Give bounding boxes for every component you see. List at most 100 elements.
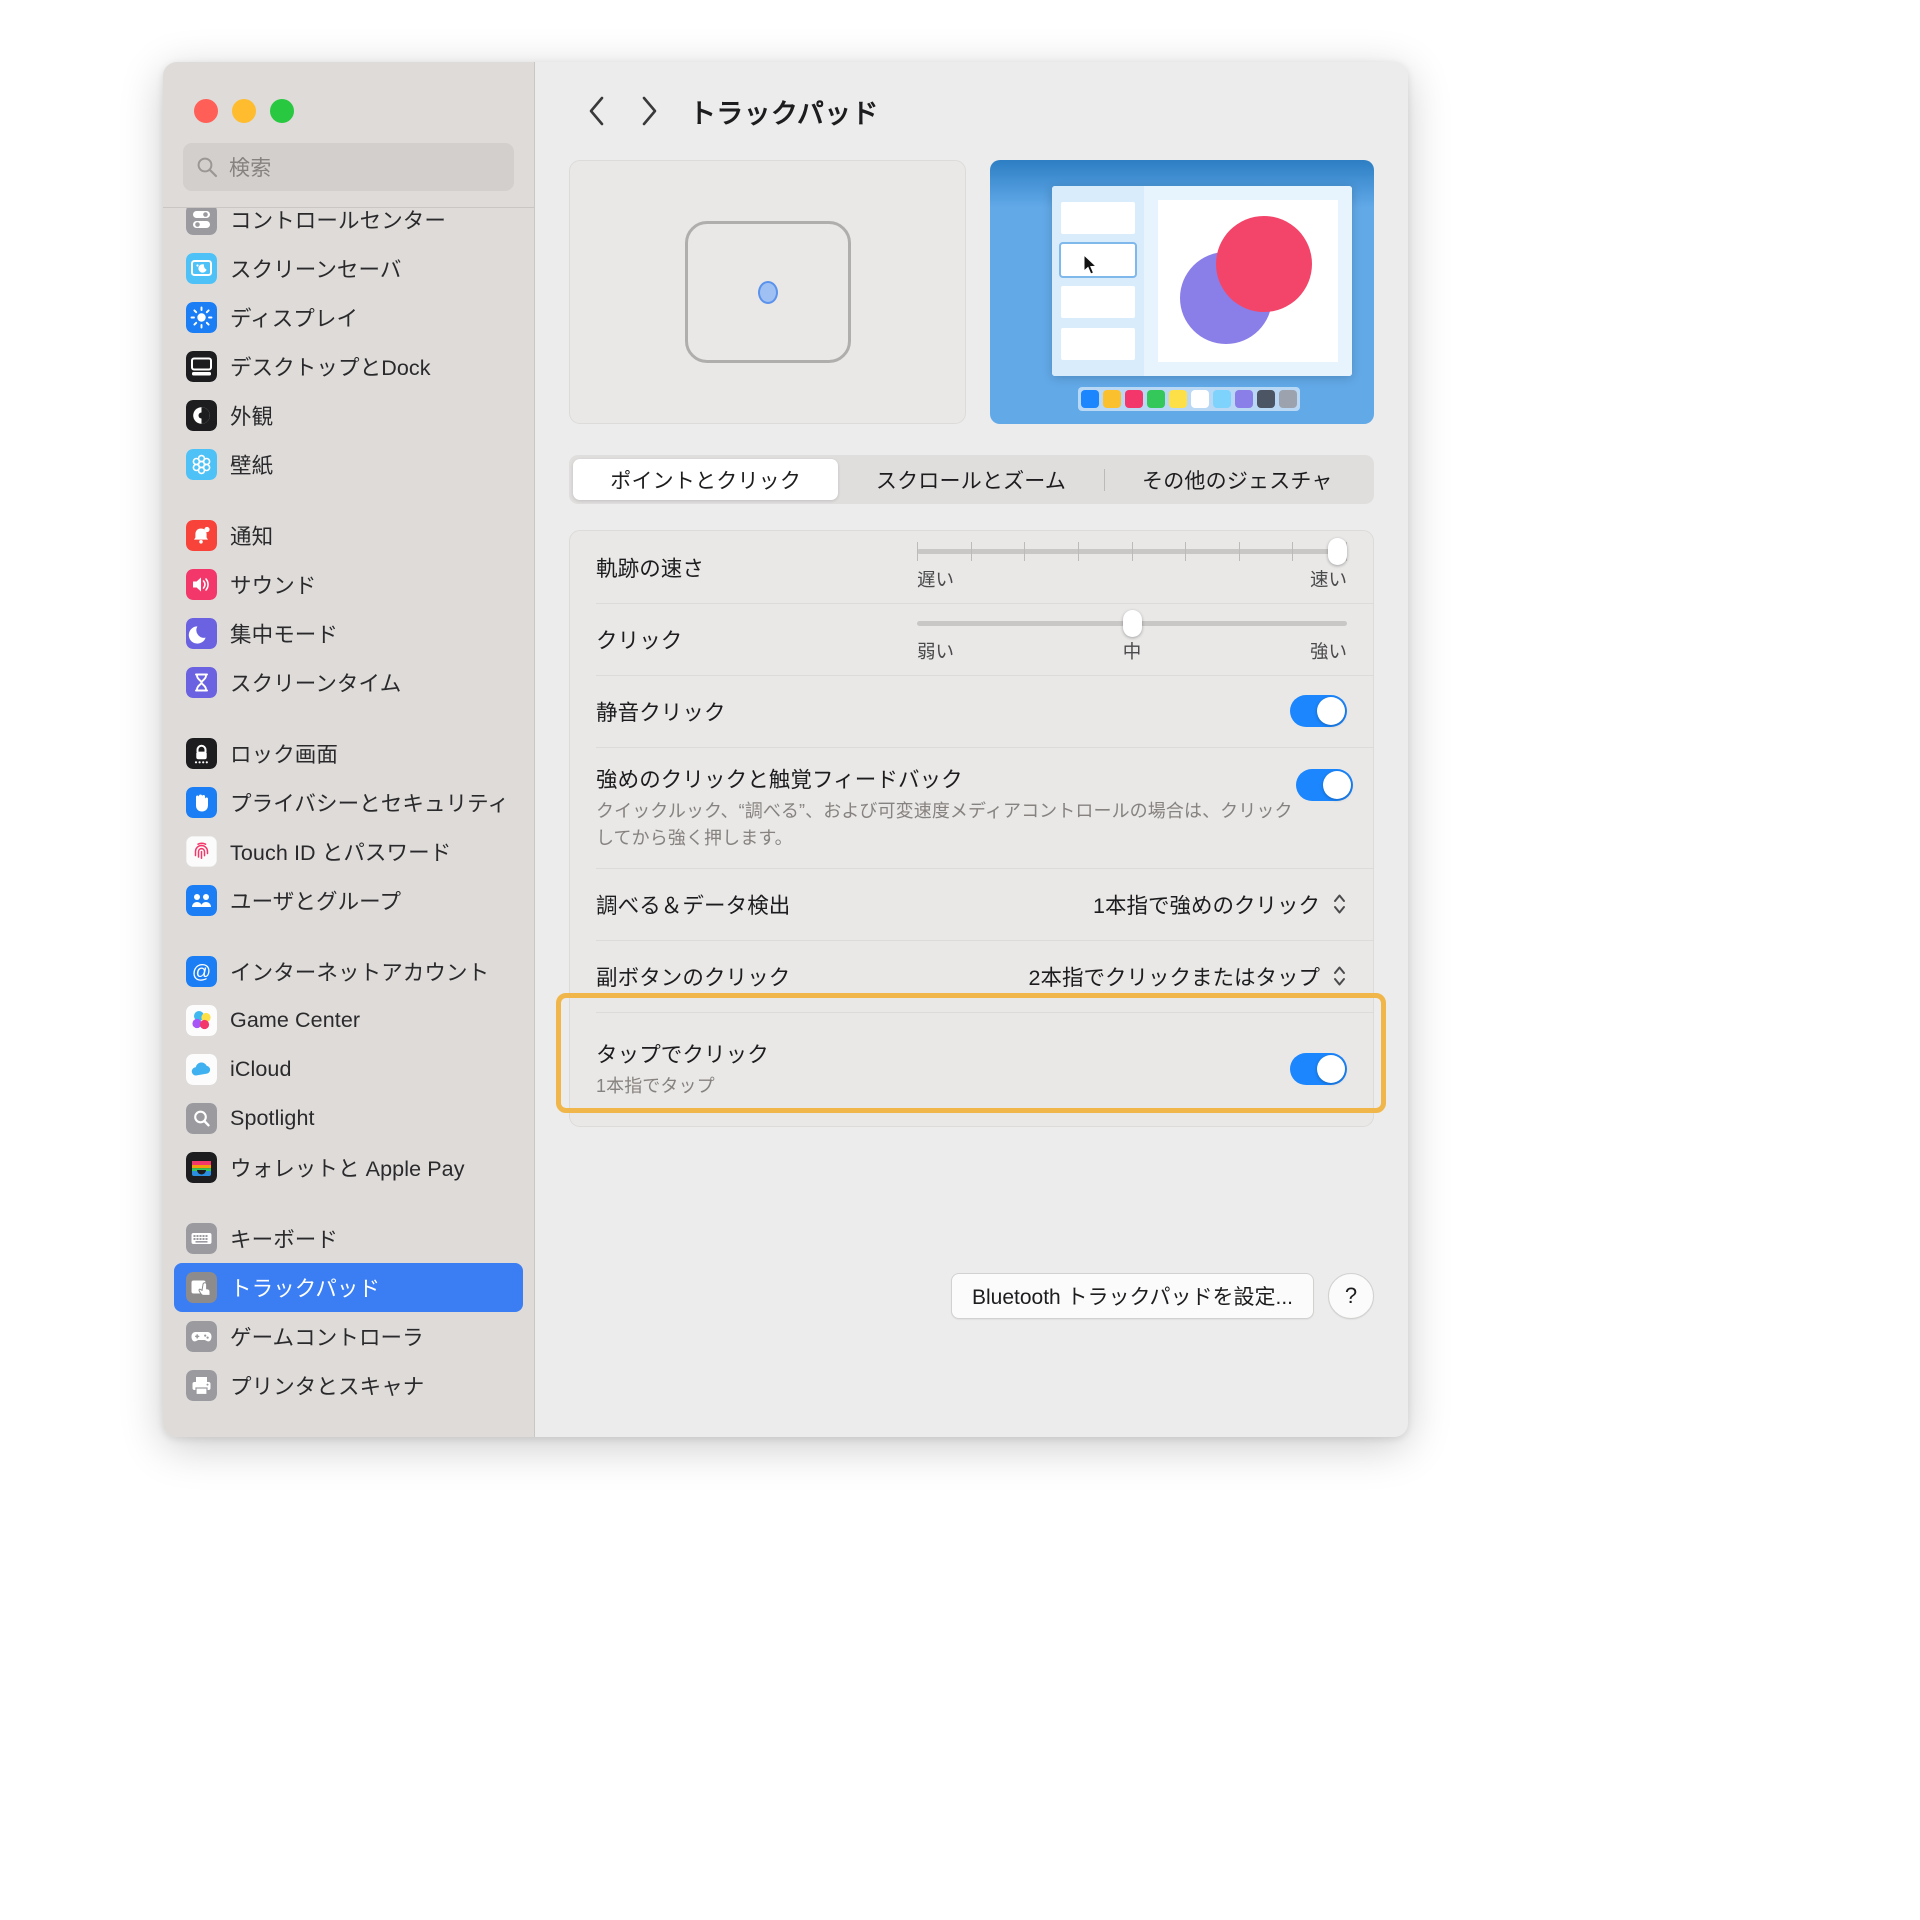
sidebar-item-label: Spotlight <box>230 1106 315 1130</box>
sidebar-item-privacy-security[interactable]: プライバシーとセキュリティ <box>174 778 523 827</box>
desktop-dock-icon <box>186 351 217 382</box>
spotlight-icon <box>186 1103 217 1134</box>
sidebar-item-label: 集中モード <box>230 623 339 647</box>
trackpad-icon <box>186 1272 217 1303</box>
svg-text:@: @ <box>192 962 211 983</box>
tracking-speed-label: 軌跡の速さ <box>596 556 705 581</box>
tracking-speed-max-label: 速い <box>1309 568 1347 590</box>
sidebar-item-internet-accounts[interactable]: @ インターネットアカウント <box>174 947 523 996</box>
sidebar-item-game-center[interactable]: Game Center <box>174 996 523 1045</box>
sidebar-item-label: iCloud <box>230 1057 292 1081</box>
detail-body: ポイントとクリック スクロールとズーム その他のジェスチャ 軌跡の速さ 遅い 速… <box>535 160 1408 1319</box>
sidebar-item-icloud[interactable]: iCloud <box>174 1045 523 1094</box>
search-container: 検索 <box>163 138 534 207</box>
zoom-button[interactable] <box>270 99 294 123</box>
sidebar-item-label: プライバシーとセキュリティ <box>230 792 510 816</box>
sidebar-item-desktop-dock[interactable]: デスクトップとDock <box>174 342 523 391</box>
chevron-updown-icon[interactable] <box>1332 963 1347 989</box>
sidebar-item-spotlight[interactable]: Spotlight <box>174 1094 523 1143</box>
tab-bar: ポイントとクリック スクロールとズーム その他のジェスチャ <box>569 455 1374 504</box>
silent-click-toggle[interactable] <box>1290 695 1347 727</box>
tracking-speed-slider[interactable]: 遅い 速い <box>917 537 1347 592</box>
sidebar-item-wallet-applepay[interactable]: ウォレットと Apple Pay <box>174 1143 523 1192</box>
slider-ticks <box>917 541 1347 561</box>
sidebar-item-users-groups[interactable]: ユーザとグループ <box>174 876 523 925</box>
swatch-white <box>1191 390 1209 408</box>
sidebar-item-wallpaper[interactable]: 壁紙 <box>174 440 523 489</box>
tab-scroll-and-zoom[interactable]: スクロールとズーム <box>838 459 1103 500</box>
forward-button[interactable] <box>623 85 675 137</box>
slider-knob[interactable] <box>1122 609 1142 637</box>
row-tap-to-click: タップでクリック 1本指でタップ <box>570 1012 1373 1126</box>
sidebar-item-control-center[interactable]: コントロールセンター <box>174 207 523 244</box>
keyboard-icon <box>186 1223 217 1254</box>
printer-scanner-icon <box>186 1370 217 1401</box>
sidebar-item-label: スクリーンセーバ <box>230 258 402 282</box>
sidebar-item-lock-screen[interactable]: ロック画面 <box>174 729 523 778</box>
slider-knob[interactable] <box>1328 537 1347 565</box>
force-click-toggle[interactable] <box>1296 769 1353 801</box>
demo-color-swatches <box>1078 387 1300 411</box>
gesture-demo-video[interactable] <box>990 160 1374 424</box>
click-slider[interactable]: 弱い 中 強い <box>917 609 1347 664</box>
screenshot-root: 検索 コントロールセンター スクリーンセーバ ディスプレイ デスクトップとDoc… <box>0 0 1920 1920</box>
page-title: トラックパッド <box>689 98 879 129</box>
back-button[interactable] <box>571 85 623 137</box>
chevron-updown-icon[interactable] <box>1332 891 1347 917</box>
sidebar-item-label: ディスプレイ <box>230 307 359 331</box>
search-field[interactable]: 検索 <box>183 143 514 191</box>
sidebar-item-screen-time[interactable]: スクリーンタイム <box>174 658 523 707</box>
slider-track <box>917 537 1347 565</box>
row-click: クリック 弱い 中 強い <box>570 603 1373 675</box>
sidebar-item-touch-id[interactable]: Touch ID とパスワード <box>174 827 523 876</box>
footer-buttons: Bluetooth トラックパッドを設定... ? <box>569 1273 1374 1319</box>
sidebar-item-sound[interactable]: サウンド <box>174 560 523 609</box>
demo-thumb <box>1061 328 1135 360</box>
close-button[interactable] <box>194 99 218 123</box>
swatch-cyan <box>1213 390 1231 408</box>
chevron-left-icon <box>589 96 604 126</box>
sidebar-item-notifications[interactable]: 通知 <box>174 511 523 560</box>
appearance-icon <box>186 400 217 431</box>
tracking-speed-min-label: 遅い <box>917 568 955 590</box>
tap-to-click-toggle[interactable] <box>1290 1053 1347 1085</box>
wallpaper-icon <box>186 449 217 480</box>
demo-app-canvas-area <box>1144 186 1352 376</box>
game-center-icon <box>186 1005 217 1036</box>
sidebar-item-display[interactable]: ディスプレイ <box>174 293 523 342</box>
chevron-right-icon <box>642 96 657 126</box>
minimize-button[interactable] <box>232 99 256 123</box>
lock-screen-icon <box>186 738 217 769</box>
row-secondary-click: 副ボタンのクリック 2本指でクリックまたはタップ <box>570 940 1373 1012</box>
sidebar-item-appearance[interactable]: 外観 <box>174 391 523 440</box>
setup-bluetooth-trackpad-button[interactable]: Bluetooth トラックパッドを設定... <box>950 1273 1314 1319</box>
secondary-click-value[interactable]: 2本指でクリックまたはタップ <box>1029 961 1320 992</box>
screen-time-icon <box>186 667 217 698</box>
sidebar-item-label: サウンド <box>230 574 317 598</box>
users-groups-icon <box>186 885 217 916</box>
swatch-purple <box>1235 390 1253 408</box>
row-lookup: 調べる＆データ検出 1本指で強めのクリック <box>570 868 1373 940</box>
preview-row <box>569 160 1374 424</box>
sidebar-item-label: 壁紙 <box>230 454 274 478</box>
sidebar-item-label: Touch ID とパスワード <box>230 841 452 865</box>
sidebar-list[interactable]: コントロールセンター スクリーンセーバ ディスプレイ デスクトップとDock 外… <box>163 207 534 1437</box>
lookup-value[interactable]: 1本指で強めのクリック <box>1093 889 1320 920</box>
sidebar-item-keyboard[interactable]: キーボード <box>174 1214 523 1263</box>
tab-point-and-click[interactable]: ポイントとクリック <box>573 459 839 500</box>
sidebar-item-trackpad[interactable]: トラックパッド <box>174 1263 523 1312</box>
sidebar-item-label: インターネットアカウント <box>230 961 490 985</box>
demo-app-window <box>1052 186 1352 376</box>
help-button[interactable]: ? <box>1328 1273 1374 1319</box>
internet-accounts-icon: @ <box>186 956 217 987</box>
row-force-click: 強めのクリックと触覚フィードバック クイックルック、“調べる”、および可変速度メ… <box>570 747 1373 868</box>
detail-header: トラックパッド <box>535 62 1408 160</box>
sidebar-item-label: キーボード <box>230 1228 339 1252</box>
click-max-label: 強い <box>1309 640 1347 662</box>
sidebar-item-printer-scanner[interactable]: プリンタとスキャナ <box>174 1361 523 1410</box>
sidebar-item-game-controller[interactable]: ゲームコントローラ <box>174 1312 523 1361</box>
demo-canvas <box>1158 200 1338 362</box>
sidebar-item-screensaver[interactable]: スクリーンセーバ <box>174 244 523 293</box>
sidebar-item-focus[interactable]: 集中モード <box>174 609 523 658</box>
tab-more-gestures[interactable]: その他のジェスチャ <box>1105 459 1370 500</box>
